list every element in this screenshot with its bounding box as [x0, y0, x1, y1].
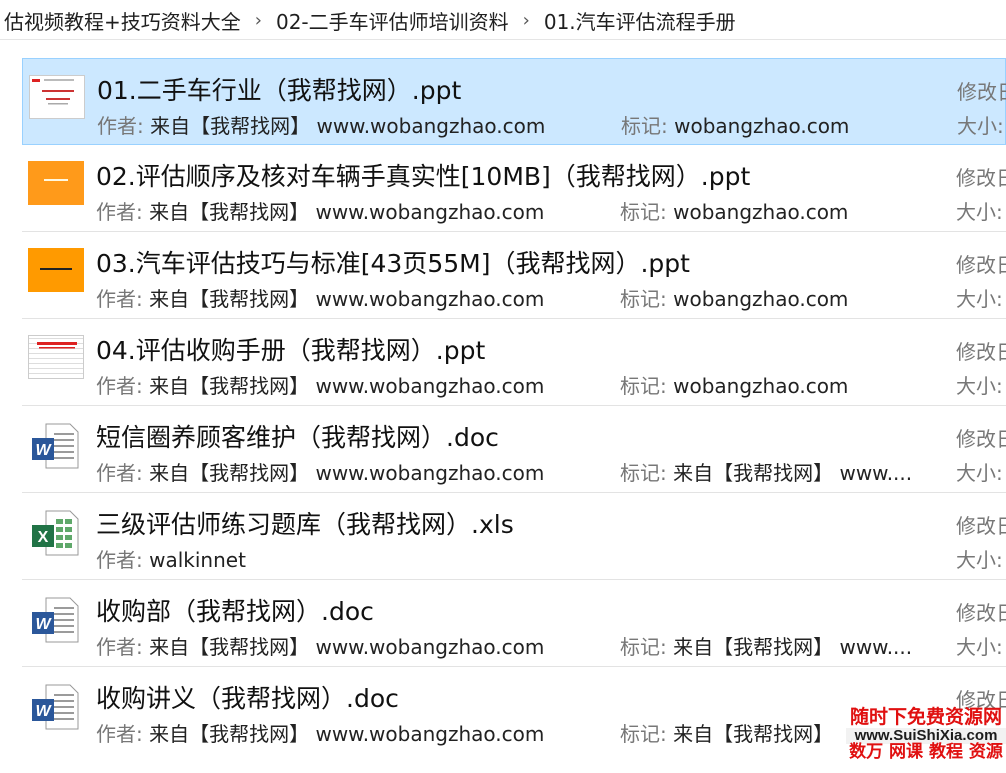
ppt-slide-thumbnail-icon [29, 75, 85, 119]
file-tag: 标记: 来自【我帮找网】 www.... [620, 631, 920, 660]
author-label: 作者: [96, 722, 143, 746]
author-label: 作者: [97, 114, 144, 138]
tag-value: wobangzhao.com [673, 200, 849, 224]
file-name: 04.评估收购手册（我帮找网）.ppt [96, 336, 486, 365]
file-row[interactable]: 01.二手车行业（我帮找网）.ppt 作者: 来自【我帮找网】 www.woba… [22, 58, 1006, 145]
file-row[interactable]: W 短信圈养顾客维护（我帮找网）.doc 作者: 来自【我帮找网】 www.wo… [22, 406, 1006, 493]
author-label: 作者: [96, 635, 143, 659]
file-name: 短信圈养顾客维护（我帮找网）.doc [96, 423, 499, 452]
svg-text:W: W [35, 616, 52, 633]
author-label: 作者: [96, 287, 143, 311]
author-label: 作者: [96, 461, 143, 485]
tag-label: 标记: [620, 200, 667, 224]
svg-text:W: W [35, 442, 52, 459]
tag-label: 标记: [620, 287, 667, 311]
size-label: 大小: [956, 548, 1003, 572]
author-value: 来自【我帮找网】 www.wobangzhao.com [149, 635, 545, 659]
file-name: 收购部（我帮找网）.doc [96, 597, 374, 626]
ppt-slide-thumbnail-icon [28, 335, 84, 379]
file-name: 01.二手车行业（我帮找网）.ppt [97, 76, 462, 105]
modified-label: 修改日 [956, 253, 1006, 277]
watermark-line1: 随时下免费资源网 [849, 706, 1002, 728]
breadcrumb-item[interactable]: 估视频教程+技巧资料大全 [0, 6, 245, 35]
modified-label: 修改日 [956, 166, 1006, 190]
breadcrumb: 估视频教程+技巧资料大全 › 02-二手车评估师培训资料 › 01.汽车评估流程… [0, 0, 1006, 40]
author-value: 来自【我帮找网】 www.wobangzhao.com [149, 374, 545, 398]
file-tag: 标记: wobangzhao.com [620, 370, 920, 399]
file-list: 01.二手车行业（我帮找网）.ppt 作者: 来自【我帮找网】 www.woba… [0, 58, 1006, 754]
size-label: 大小: [956, 635, 1003, 659]
file-name: 收购讲义（我帮找网）.doc [96, 684, 399, 713]
size-label: 大小: [956, 461, 1003, 485]
file-row[interactable]: 03.汽车评估技巧与标准[43页55M]（我帮找网）.ppt 作者: 来自【我帮… [22, 232, 1006, 319]
modified-label: 修改日 [956, 514, 1006, 538]
file-tag: 标记: wobangzhao.com [621, 110, 921, 139]
svg-text:X: X [38, 529, 49, 546]
tag-value: wobangzhao.com [673, 374, 849, 398]
author-label: 作者: [96, 200, 143, 224]
watermark-line3: 数万 网课 教程 资源 [849, 741, 1003, 762]
size-label: 大小: [956, 200, 1003, 224]
tag-value: 来自【我帮找网】 www.... [673, 635, 913, 659]
tag-label: 标记: [620, 635, 667, 659]
file-tag: 标记: wobangzhao.com [620, 196, 920, 225]
file-tag: 标记: 来自【我帮找网】 [620, 718, 850, 747]
file-name: 02.评估顺序及核对车辆手真实性[10MB]（我帮找网）.ppt [96, 162, 751, 191]
size-label: 大小: [956, 287, 1003, 311]
tag-value: wobangzhao.com [674, 114, 850, 138]
breadcrumb-item[interactable]: 01.汽车评估流程手册 [540, 6, 740, 35]
file-row[interactable]: 04.评估收购手册（我帮找网）.ppt 作者: 来自【我帮找网】 www.wob… [22, 319, 1006, 406]
size-label: 大小: [956, 374, 1003, 398]
file-author: 作者: 来自【我帮找网】 www.wobangzhao.com [96, 283, 544, 312]
tag-label: 标记: [620, 722, 667, 746]
author-label: 作者: [96, 548, 143, 572]
divider [0, 39, 1006, 40]
ppt-slide-thumbnail-icon [28, 161, 84, 205]
chevron-right-icon[interactable]: › [513, 10, 540, 31]
author-label: 作者: [96, 374, 143, 398]
ppt-slide-thumbnail-icon [28, 248, 84, 292]
file-author: 作者: 来自【我帮找网】 www.wobangzhao.com [96, 631, 544, 660]
tag-label: 标记: [620, 374, 667, 398]
file-author: 作者: 来自【我帮找网】 www.wobangzhao.com [96, 457, 544, 486]
tag-value: wobangzhao.com [673, 287, 849, 311]
word-doc-icon: W [28, 422, 84, 469]
file-name: 三级评估师练习题库（我帮找网）.xls [96, 510, 514, 539]
author-value: 来自【我帮找网】 www.wobangzhao.com [149, 461, 545, 485]
file-row[interactable]: 02.评估顺序及核对车辆手真实性[10MB]（我帮找网）.ppt 作者: 来自【… [22, 145, 1006, 232]
author-value: 来自【我帮找网】 www.wobangzhao.com [149, 722, 545, 746]
file-author: 作者: walkinnet [96, 544, 246, 573]
file-row[interactable]: X 三级评估师练习题库（我帮找网）.xls 作者: walkinnet 修改日 … [22, 493, 1006, 580]
excel-xls-icon: X [28, 509, 84, 556]
file-tag: 标记: wobangzhao.com [620, 283, 920, 312]
file-tag: 标记: 来自【我帮找网】 www.... [620, 457, 920, 486]
author-value: 来自【我帮找网】 www.wobangzhao.com [149, 200, 545, 224]
word-doc-icon: W [28, 683, 84, 730]
file-row[interactable]: W 收购部（我帮找网）.doc 作者: 来自【我帮找网】 www.wobangz… [22, 580, 1006, 667]
modified-label: 修改日 [956, 340, 1006, 364]
size-label: 大小: [957, 114, 1004, 138]
watermark-logo: 随时下免费资源网 www.SuiShiXia.com 数万 网课 教程 资源 [846, 706, 1006, 773]
author-value: walkinnet [149, 548, 246, 572]
chevron-right-icon[interactable]: › [245, 10, 272, 31]
modified-label: 修改日 [956, 601, 1006, 625]
modified-label: 修改日 [956, 427, 1006, 451]
author-value: 来自【我帮找网】 www.wobangzhao.com [150, 114, 546, 138]
modified-label: 修改日 [957, 80, 1006, 104]
tag-label: 标记: [620, 461, 667, 485]
file-author: 作者: 来自【我帮找网】 www.wobangzhao.com [96, 718, 544, 747]
tag-value: 来自【我帮找网】 [673, 722, 834, 746]
breadcrumb-item[interactable]: 02-二手车评估师培训资料 [272, 6, 513, 35]
author-value: 来自【我帮找网】 www.wobangzhao.com [149, 287, 545, 311]
file-author: 作者: 来自【我帮找网】 www.wobangzhao.com [96, 196, 544, 225]
tag-value: 来自【我帮找网】 www.... [673, 461, 913, 485]
svg-text:W: W [35, 703, 52, 720]
file-author: 作者: 来自【我帮找网】 www.wobangzhao.com [97, 110, 545, 139]
word-doc-icon: W [28, 596, 84, 643]
file-name: 03.汽车评估技巧与标准[43页55M]（我帮找网）.ppt [96, 249, 690, 278]
tag-label: 标记: [621, 114, 668, 138]
file-author: 作者: 来自【我帮找网】 www.wobangzhao.com [96, 370, 544, 399]
